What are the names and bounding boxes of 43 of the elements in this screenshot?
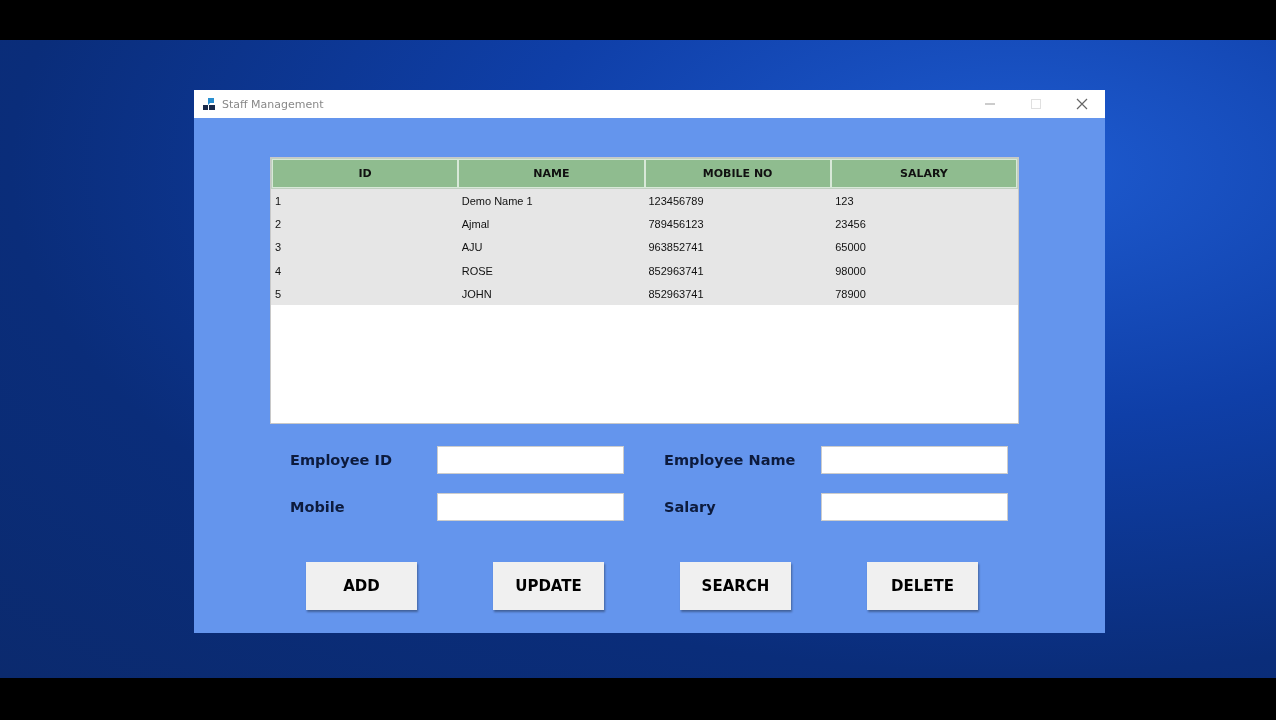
table-cell: 98000 [835, 264, 866, 277]
column-header[interactable]: SALARY [830, 159, 1017, 188]
table-cell: JOHN [461, 287, 492, 300]
column-header[interactable]: MOBILE NO [644, 159, 831, 188]
table-cell: 5 [275, 287, 282, 300]
column-header[interactable]: ID [272, 159, 459, 188]
table-cell: 3 [275, 241, 282, 254]
table-cell: 123 [835, 194, 854, 207]
table-cell: Ajmal [461, 217, 490, 230]
table-cell: 4 [275, 264, 282, 277]
action-button[interactable]: DELETE [867, 562, 978, 610]
field-label: Salary [664, 499, 717, 515]
table-row[interactable]: 5 JOHN 852963741 78900 [271, 282, 1018, 306]
table-cell: ROSE [461, 264, 493, 277]
table-cell: 963852741 [648, 241, 704, 254]
table-cell: 65000 [835, 241, 866, 254]
table-cell: 123456789 [648, 194, 704, 207]
column-header[interactable]: NAME [458, 159, 645, 188]
field-label: Employee ID [290, 452, 393, 468]
input-field[interactable] [821, 493, 1008, 521]
table-cell: AJU [461, 241, 483, 254]
action-button[interactable]: SEARCH [680, 562, 791, 610]
field-label: Employee Name [664, 452, 797, 468]
input-field[interactable] [821, 446, 1008, 474]
input-field[interactable] [437, 446, 624, 474]
field-label: Mobile [290, 499, 346, 515]
window-title: Staff Management [222, 97, 324, 111]
table-cell: 789456123 [648, 217, 704, 230]
table-row[interactable]: 3 AJU 963852741 65000 [271, 235, 1018, 259]
table-cell: 23456 [835, 217, 866, 230]
app-icon [202, 97, 216, 111]
table-row[interactable]: 4 ROSE 852963741 98000 [271, 258, 1018, 283]
input-field[interactable] [437, 493, 624, 521]
table-cell: Demo Name 1 [461, 194, 533, 207]
table-cell: 78900 [835, 287, 866, 300]
table-row[interactable]: 2 Ajmal 789456123 23456 [271, 212, 1018, 236]
action-button[interactable]: ADD [306, 562, 417, 610]
table-cell: 852963741 [648, 264, 704, 277]
table-cell: 852963741 [648, 287, 704, 300]
table-row[interactable]: 1 Demo Name 1 123456789 123 [271, 189, 1018, 213]
table-cell: 2 [275, 217, 282, 230]
table-cell: 1 [275, 194, 282, 207]
action-button[interactable]: UPDATE [493, 562, 604, 610]
